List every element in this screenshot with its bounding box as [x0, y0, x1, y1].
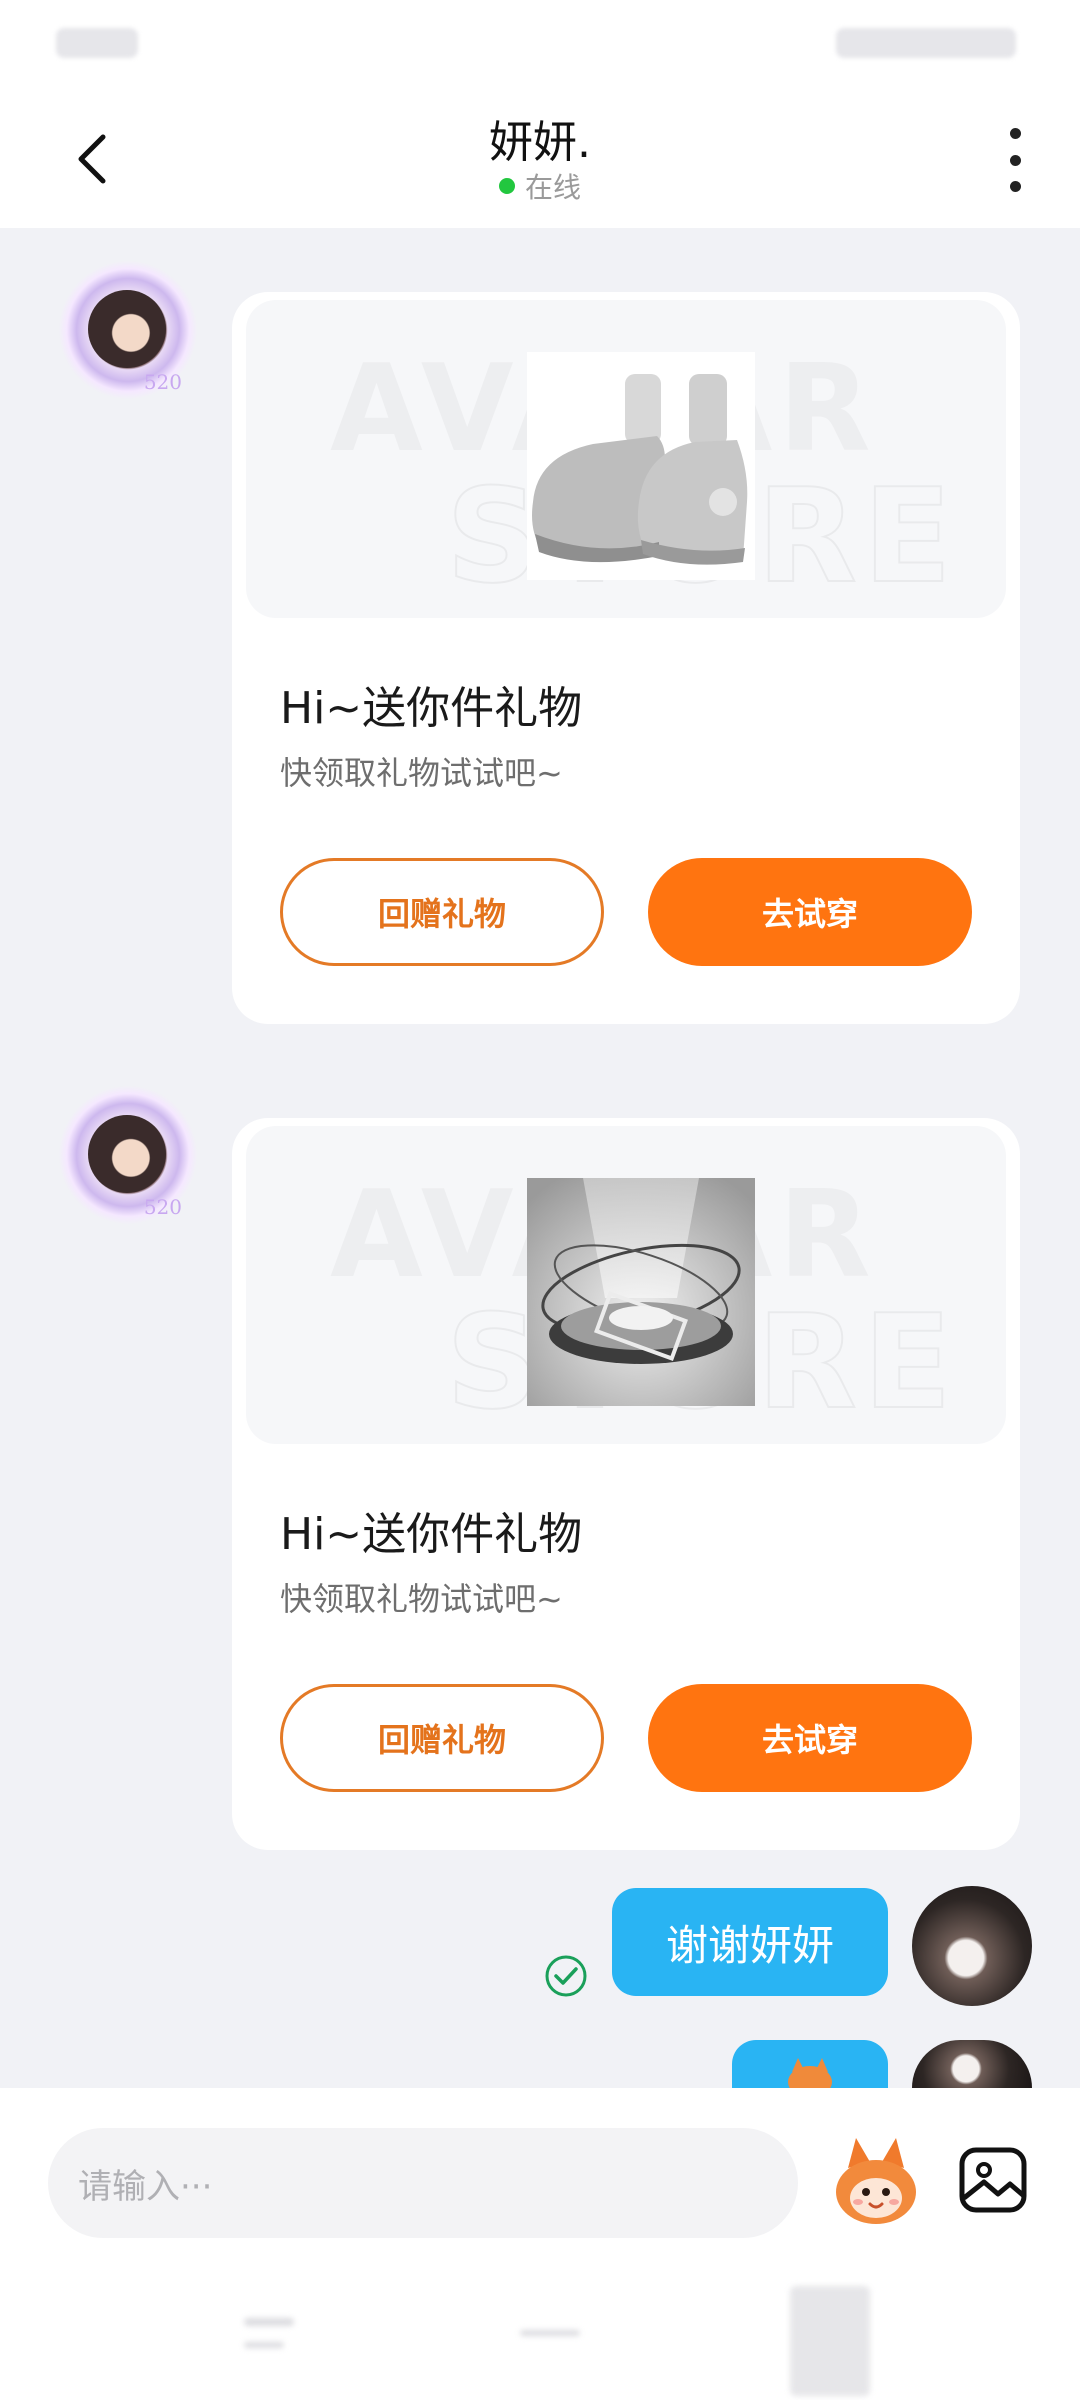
my-avatar-partial[interactable] — [912, 2040, 1032, 2088]
online-status-text: 在线 — [524, 171, 581, 204]
mascot-sticker-icon — [788, 2058, 832, 2090]
online-dot-icon — [498, 178, 515, 194]
avatar-badge: 520 — [143, 1195, 182, 1219]
gift-image-area[interactable]: AVATAR STORE — [246, 1126, 1006, 1444]
try-on-button[interactable]: 去试穿 — [648, 1684, 972, 1792]
return-gift-button[interactable]: 回赠礼物 — [280, 1684, 604, 1792]
gift-hologram-platform-image — [527, 1178, 755, 1406]
gift-heading: Hi~送你件礼物 — [280, 683, 583, 734]
sender-avatar[interactable]: 520 — [58, 1085, 198, 1225]
try-on-button[interactable]: 去试穿 — [648, 858, 972, 966]
sender-avatar[interactable]: 520 — [58, 260, 198, 400]
mascot-sticker-icon[interactable] — [830, 2132, 922, 2228]
chat-header: 妍妍. 在线 — [0, 84, 1080, 228]
system-navigation-bar — [0, 2270, 1080, 2400]
image-gallery-icon[interactable] — [958, 2146, 1028, 2214]
more-dot-icon — [1009, 128, 1021, 139]
contact-name[interactable]: 妍妍. — [0, 106, 1080, 170]
more-dot-icon — [1009, 181, 1021, 192]
gift-heading: Hi~送你件礼物 — [280, 1509, 583, 1560]
read-check-icon — [545, 1955, 587, 1997]
avatar-badge: 520 — [143, 370, 182, 394]
message-bubble[interactable]: 谢谢妍妍 — [612, 1888, 888, 1996]
gift-sneakers-image — [527, 352, 755, 580]
gift-subtext: 快领取礼物试试吧~ — [280, 754, 563, 792]
status-bar — [0, 0, 1080, 84]
gift-card[interactable]: AVATAR STORE Hi~送你件礼物 快领取礼物试试吧~ 回赠礼物 去试穿 — [232, 292, 1020, 1024]
more-options-button[interactable] — [990, 128, 1040, 192]
gift-subtext: 快领取礼物试试吧~ — [280, 1580, 563, 1618]
gift-image-area[interactable]: AVATAR STORE — [246, 300, 1006, 618]
return-gift-button[interactable]: 回赠礼物 — [280, 858, 604, 966]
my-avatar[interactable] — [912, 1886, 1032, 2006]
gift-card[interactable]: AVATAR STORE — [232, 1118, 1020, 1850]
online-status: 在线 — [0, 166, 1080, 206]
message-input[interactable]: 请输入··· — [48, 2128, 798, 2238]
more-dot-icon — [1009, 154, 1021, 166]
